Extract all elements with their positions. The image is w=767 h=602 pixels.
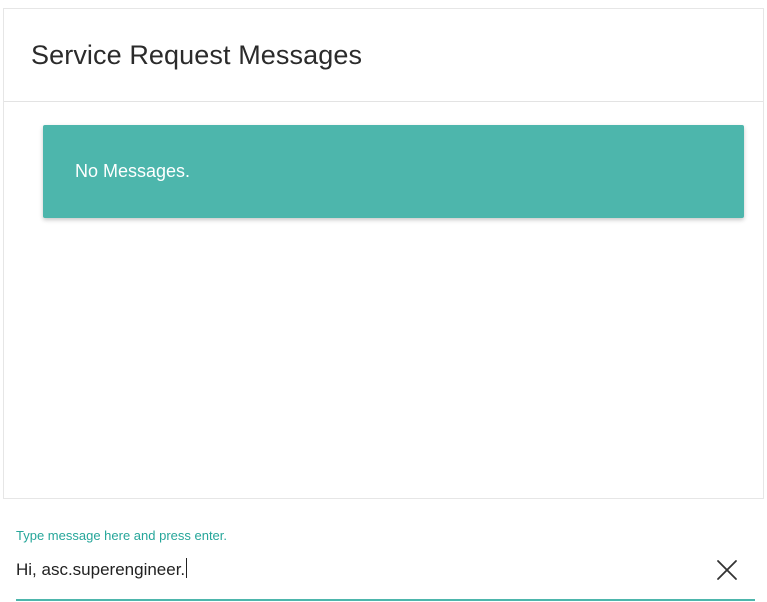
message-input-label: Type message here and press enter.: [16, 528, 228, 543]
card-header: Service Request Messages: [4, 9, 763, 102]
messages-card: Service Request Messages No Messages.: [3, 8, 764, 499]
text-caret: [186, 558, 188, 578]
message-input-value: Hi, asc.superengineer.: [16, 560, 186, 579]
no-messages-alert: No Messages.: [43, 125, 744, 218]
message-input[interactable]: Hi, asc.superengineer.: [16, 558, 676, 580]
input-underline: [16, 599, 755, 601]
message-composer: Type message here and press enter. Hi, a…: [16, 524, 755, 602]
clear-button[interactable]: [715, 558, 739, 582]
close-icon: [717, 560, 737, 580]
page-title: Service Request Messages: [31, 39, 363, 70]
no-messages-text: No Messages.: [75, 161, 191, 181]
